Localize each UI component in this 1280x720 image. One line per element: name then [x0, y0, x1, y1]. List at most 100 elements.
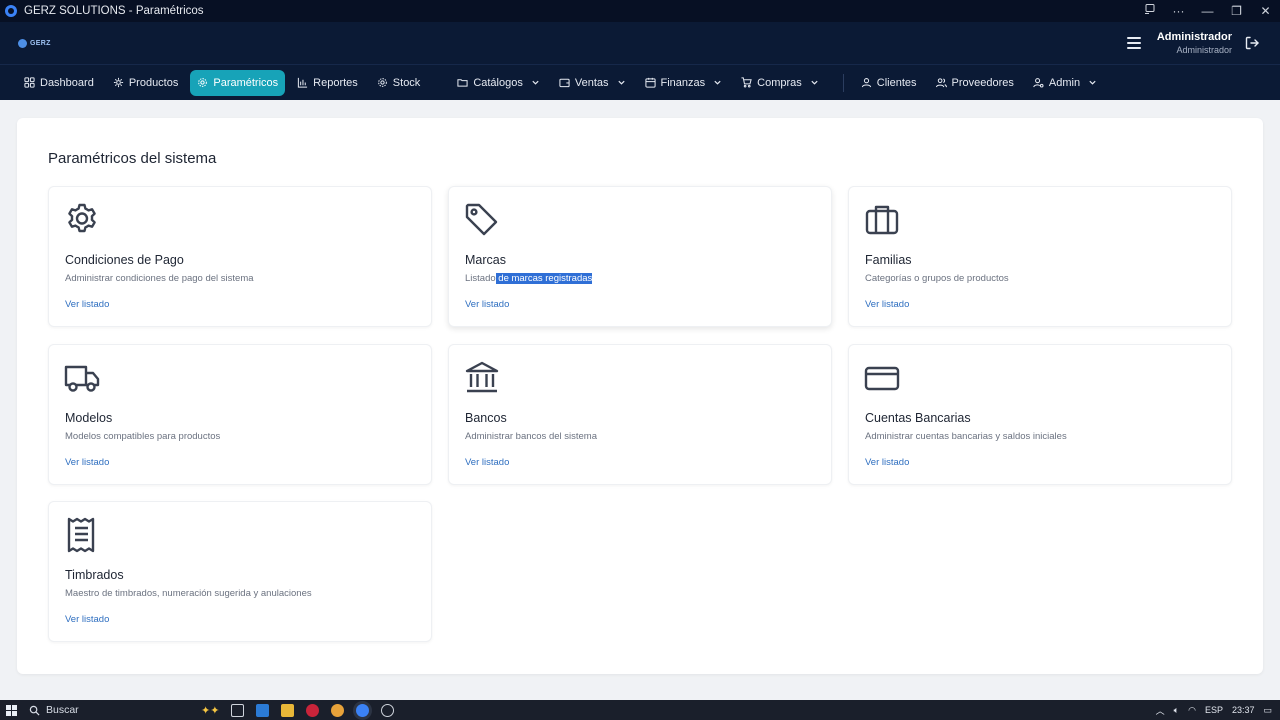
taskbar-search[interactable]: Buscar — [29, 702, 189, 718]
card-description: Administrar cuentas bancarias y saldos i… — [865, 431, 1067, 442]
nav-label: Finanzas — [660, 76, 706, 89]
nav-item-compras[interactable]: Compras — [734, 70, 826, 96]
bar-chart-icon — [298, 77, 308, 88]
minimize-button[interactable]: — — [1193, 0, 1222, 22]
nav-item-reportes[interactable]: Reportes — [290, 70, 365, 96]
logo[interactable]: GERZ — [18, 38, 51, 48]
credit-card-icon — [864, 366, 900, 391]
close-button[interactable]: ✕ — [1251, 0, 1280, 22]
card-marcas[interactable]: Marcas Listado de marcas registradas Ver… — [448, 186, 832, 327]
nav-label: Paramétricos — [213, 76, 279, 89]
selected-text: de marcas registradas — [495, 273, 593, 284]
more-options-icon[interactable]: ··· — [1164, 0, 1193, 22]
box-icon — [113, 77, 123, 88]
nav-label: Catálogos — [473, 76, 523, 89]
restore-button[interactable]: ❐ — [1222, 0, 1251, 22]
card-description: Administrar condiciones de pago del sist… — [65, 273, 254, 284]
volume-icon[interactable]: 🔈︎ — [1174, 705, 1179, 716]
nav-item-catalogos[interactable]: Catálogos — [450, 70, 547, 96]
nav-divider — [842, 73, 844, 92]
wallet-icon — [559, 78, 570, 88]
chevron-up-icon[interactable]: ︿ — [1156, 704, 1165, 717]
nav-label: Reportes — [313, 76, 358, 89]
nav-item-finanzas[interactable]: Finanzas — [638, 70, 730, 96]
briefcase-icon — [865, 205, 899, 235]
app-icon — [5, 5, 17, 17]
clock[interactable]: 23:37 — [1232, 705, 1255, 715]
nav-label: Compras — [757, 76, 802, 89]
card-title: Cuentas Bancarias — [865, 411, 971, 425]
admin-icon — [1033, 78, 1044, 88]
card-condiciones-de-pago[interactable]: Condiciones de Pago Administrar condicio… — [48, 186, 432, 327]
nav-item-admin[interactable]: Admin — [1026, 70, 1104, 96]
ver-listado-link[interactable]: Ver listado — [65, 614, 109, 625]
nav-item-proveedores[interactable]: Proveedores — [929, 70, 1021, 96]
nav-label: Stock — [392, 76, 421, 89]
card-familias[interactable]: Familias Categorías o grupos de producto… — [848, 186, 1232, 327]
language-indicator[interactable]: ESP — [1205, 705, 1223, 715]
logout-icon[interactable] — [1244, 35, 1260, 51]
ver-listado-link[interactable]: Ver listado — [465, 299, 509, 310]
nav-item-productos[interactable]: Productos — [106, 70, 186, 96]
nav-label: Clientes — [876, 76, 917, 89]
ver-listado-link[interactable]: Ver listado — [865, 299, 909, 310]
wifi-icon[interactable]: ◠ — [1188, 705, 1196, 716]
gear-icon — [198, 78, 208, 87]
page-title: Paramétricos del sistema — [48, 150, 217, 167]
card-timbrados[interactable]: Timbrados Maestro de timbrados, numeraci… — [48, 501, 432, 642]
user-info[interactable]: Administrador Administrador — [1157, 31, 1232, 55]
chevron-down-icon — [714, 80, 721, 85]
chrome-icon[interactable] — [331, 703, 345, 717]
app-running-icon[interactable] — [356, 703, 370, 717]
file-explorer-icon[interactable] — [281, 703, 295, 717]
bank-icon — [465, 361, 499, 393]
card-description: Maestro de timbrados, numeración sugerid… — [65, 588, 312, 599]
search-placeholder: Buscar — [46, 704, 79, 716]
nav-item-dashboard[interactable]: Dashboard — [17, 70, 101, 96]
chevron-down-icon — [532, 80, 539, 85]
system-tray: ︿ 🔈︎ ◠ ESP 23:37 ▭ — [1156, 704, 1272, 717]
nav-item-parametricos[interactable]: Paramétricos — [190, 69, 286, 96]
card-bancos[interactable]: Bancos Administrar bancos del sistema Ve… — [448, 344, 832, 485]
chevron-down-icon — [811, 80, 818, 85]
card-title: Condiciones de Pago — [65, 253, 184, 267]
card-cuentas-bancarias[interactable]: Cuentas Bancarias Administrar cuentas ba… — [848, 344, 1232, 485]
ver-listado-link[interactable]: Ver listado — [65, 299, 109, 310]
card-modelos[interactable]: Modelos Modelos compatibles para product… — [48, 344, 432, 485]
nav-label: Productos — [128, 76, 179, 89]
nav-label: Admin — [1048, 76, 1081, 89]
dashboard-icon — [24, 77, 35, 88]
cart-icon — [741, 77, 752, 88]
nav-item-clientes[interactable]: Clientes — [854, 70, 924, 96]
main-panel: Paramétricos del sistema Condiciones de … — [17, 118, 1263, 674]
copilot-sparkle-icon[interactable]: ✦✦ — [201, 704, 219, 717]
app-header: GERZ Administrador Administrador — [0, 22, 1280, 64]
card-description: Listado de marcas registradas — [465, 273, 593, 284]
ver-listado-link[interactable]: Ver listado — [65, 457, 109, 468]
card-description: Categorías o grupos de productos — [865, 273, 1009, 284]
windows-start-icon[interactable] — [6, 704, 17, 716]
ver-listado-link[interactable]: Ver listado — [865, 457, 909, 468]
nav-item-stock[interactable]: Stock — [370, 70, 428, 96]
cast-icon[interactable] — [1135, 0, 1164, 22]
task-view-icon[interactable] — [231, 703, 245, 717]
window-titlebar: GERZ SOLUTIONS - Paramétricos ··· — ❐ ✕ — [0, 0, 1280, 22]
os-taskbar: Buscar ✦✦ ︿ 🔈︎ ◠ ESP 23:37 ▭ — [0, 700, 1280, 720]
users-icon — [935, 78, 947, 88]
folder-icon — [457, 79, 468, 87]
truck-icon — [64, 365, 100, 392]
vscode-icon[interactable] — [256, 703, 270, 717]
ver-listado-link[interactable]: Ver listado — [465, 457, 509, 468]
notifications-icon[interactable]: ▭ — [1263, 705, 1272, 716]
calendar-icon — [644, 77, 656, 88]
nav-item-ventas[interactable]: Ventas — [552, 70, 633, 96]
user-role: Administrador — [1176, 45, 1232, 55]
opera-icon[interactable] — [306, 703, 320, 717]
search-icon — [29, 705, 40, 716]
card-description-text: Listado — [465, 273, 496, 284]
hamburger-menu-icon[interactable] — [1126, 37, 1141, 49]
settings-icon[interactable] — [381, 703, 395, 717]
chevron-down-icon — [1089, 80, 1096, 85]
logo-mark — [18, 38, 27, 48]
user-icon — [861, 78, 871, 88]
